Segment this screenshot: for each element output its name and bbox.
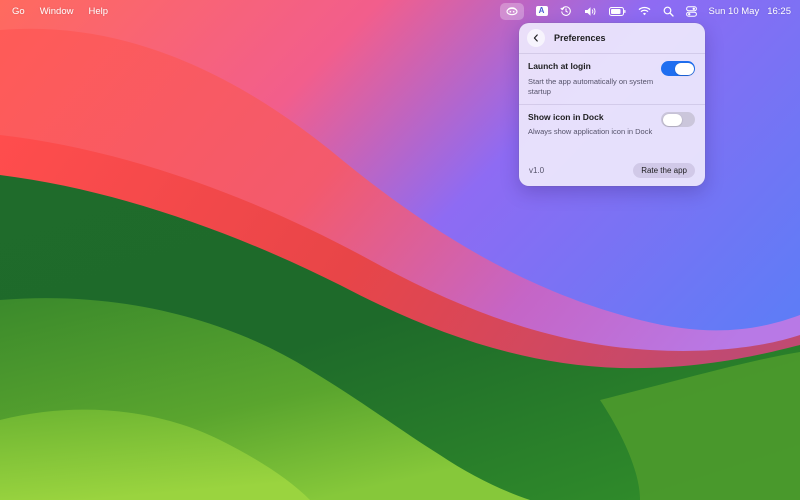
setting-show-dock-icon: Show icon in Dock Always show applicatio… — [519, 105, 705, 152]
menu-help[interactable]: Help — [88, 6, 108, 17]
popover-header: Preferences — [519, 23, 705, 54]
input-source-label: A — [535, 6, 548, 16]
popover-title: Preferences — [554, 33, 606, 43]
back-button[interactable] — [527, 29, 545, 47]
wifi-icon[interactable] — [638, 3, 651, 19]
setting-description: Start the app automatically on system st… — [528, 77, 654, 96]
input-source-icon[interactable]: A — [535, 3, 548, 19]
setting-description: Always show application icon in Dock — [528, 127, 653, 136]
toggle-knob — [662, 113, 682, 126]
search-icon[interactable] — [663, 3, 674, 19]
popover-footer: v1.0 Rate the app — [519, 154, 705, 186]
battery-icon[interactable] — [608, 3, 626, 19]
menu-bar-status-area: A Sun 10 May 16:25 — [499, 2, 791, 20]
launch-at-login-toggle[interactable] — [661, 61, 695, 76]
preferences-popover: Preferences Launch at login Start the ap… — [519, 23, 705, 186]
menu-bar-menus: Go Window Help — [12, 6, 108, 17]
show-dock-icon-toggle[interactable] — [661, 112, 695, 127]
menu-window[interactable]: Window — [40, 6, 74, 17]
app-status-icon[interactable] — [499, 2, 524, 20]
rate-app-button[interactable]: Rate the app — [633, 162, 695, 178]
chevron-left-icon — [533, 34, 538, 42]
menu-bar-clock[interactable]: Sun 10 May 16:25 — [709, 6, 791, 17]
desktop: Go Window Help A Sun 10 May 16:25 Prefer… — [0, 0, 800, 500]
toggle-knob — [674, 62, 694, 75]
version-label: v1.0 — [529, 165, 545, 175]
clock-date: Sun 10 May — [708, 5, 760, 17]
setting-launch-at-login: Launch at login Start the app automatica… — [519, 54, 705, 105]
menu-go[interactable]: Go — [12, 6, 25, 17]
control-center-icon[interactable] — [685, 3, 697, 19]
menu-bar: Go Window Help A Sun 10 May 16:25 — [0, 0, 800, 22]
clock-time: 16:25 — [767, 5, 791, 17]
volume-icon[interactable] — [584, 3, 597, 19]
time-machine-icon[interactable] — [559, 3, 572, 19]
